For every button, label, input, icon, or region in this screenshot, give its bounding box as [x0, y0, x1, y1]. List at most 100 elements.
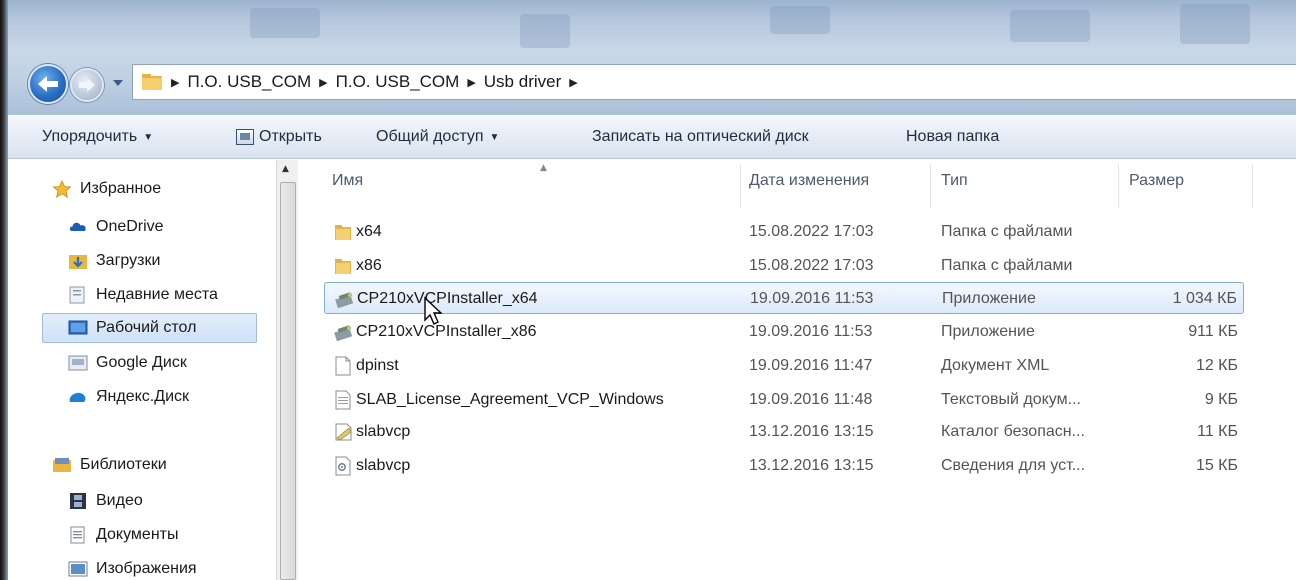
breadcrumb-item[interactable]: П.О. USB_COM — [187, 72, 311, 92]
breadcrumb-item[interactable]: Usb driver — [484, 72, 561, 92]
address-bar[interactable]: ▶ П.О. USB_COM ▶ П.О. USB_COM ▶ Usb driv… — [132, 64, 1296, 100]
window-left-edge — [0, 0, 8, 580]
file-name: x86 — [356, 257, 382, 274]
recent-places-icon — [69, 286, 85, 304]
file-type: Сведения для уст... — [941, 457, 1086, 474]
scroll-up-icon[interactable]: ▲ — [282, 164, 289, 174]
file-date: 19.09.2016 11:53 — [750, 290, 874, 307]
burn-label: Записать на оптический диск — [592, 128, 809, 145]
file-row[interactable]: CP210xVCPInstaller_x86 19.09.2016 11:53 Пр… — [324, 316, 1244, 348]
pictures-icon — [68, 561, 88, 577]
file-size: 9 КБ — [1204, 391, 1238, 408]
new-folder-label: Новая папка — [906, 128, 1000, 145]
column-header-date[interactable]: Дата изменения — [749, 172, 869, 190]
file-name: CP210xVCPInstaller_x86 — [356, 323, 537, 340]
nav-favorites-label: Избранное — [80, 180, 162, 197]
command-bar: Упорядочить ▼ Открыть Общий доступ ▼ Зап… — [8, 115, 1296, 159]
libraries-icon — [53, 458, 71, 472]
recent-pages-dropdown[interactable] — [112, 78, 126, 92]
file-date: 15.08.2022 17:03 — [749, 257, 874, 274]
file-row[interactable]: SLAB_License_Agreement_VCP_Windows 19.09.… — [324, 384, 1244, 416]
folder-icon — [334, 256, 352, 276]
column-header-type[interactable]: Тип — [941, 172, 968, 190]
file-size: 12 КБ — [1195, 357, 1238, 374]
folder-icon — [142, 74, 162, 90]
nav-item-desktop[interactable]: Рабочий стол — [42, 313, 258, 343]
breadcrumb-separator-icon[interactable]: ▶ — [569, 76, 577, 89]
nav-item-recent-places[interactable]: Недавние места — [68, 280, 218, 310]
navigation-pane: Избранное OneDrive Загрузки Недавние мес… — [8, 160, 298, 580]
file-date: 13.12.2016 13:15 — [749, 457, 874, 474]
nav-item-videos[interactable]: Видео — [68, 486, 143, 516]
drive-folder-icon — [68, 355, 88, 371]
forward-button[interactable] — [70, 68, 104, 102]
share-label: Общий доступ — [376, 128, 484, 145]
file-size: 11 КБ — [1197, 423, 1238, 440]
file-date: 19.09.2016 11:47 — [749, 357, 873, 374]
nav-item-pictures[interactable]: Изображения — [68, 554, 197, 580]
breadcrumb-separator-icon[interactable]: ▶ — [467, 76, 475, 89]
file-row[interactable]: slabvcp 13.12.2016 13:15 Каталог безопасн.… — [324, 416, 1244, 448]
open-icon — [236, 129, 254, 145]
file-name: slabvcp — [356, 457, 411, 474]
file-name: dpinst — [356, 357, 399, 374]
setup-info-icon — [334, 456, 352, 476]
file-row[interactable]: dpinst 19.09.2016 11:47 Документ XML 12 КБ — [324, 350, 1244, 382]
nav-item-label: Загрузки — [96, 252, 161, 269]
nav-item-label: Google Диск — [96, 354, 187, 371]
organize-button[interactable]: Упорядочить ▼ — [42, 128, 153, 146]
file-size: 1 034 КБ — [1172, 290, 1237, 307]
arrow-left-icon — [38, 76, 58, 92]
file-row[interactable]: x64 15.08.2022 17:03 Папка с файлами — [324, 216, 1244, 248]
nav-item-downloads[interactable]: Загрузки — [68, 246, 160, 276]
file-size: 15 КБ — [1195, 457, 1238, 474]
file-row[interactable]: CP210xVCPInstaller_x64 19.09.2016 11:53 Пр… — [324, 282, 1244, 314]
security-catalog-icon — [334, 422, 352, 442]
file-type: Приложение — [942, 290, 1036, 307]
file-row[interactable]: slabvcp 13.12.2016 13:15 Сведения для уст.… — [324, 450, 1244, 482]
column-header-size[interactable]: Размер — [1129, 172, 1184, 190]
breadcrumb-separator-icon[interactable]: ▶ — [319, 76, 327, 89]
breadcrumb-separator-icon[interactable]: ▶ — [171, 76, 179, 89]
file-size: 911 КБ — [1188, 323, 1238, 340]
nav-item-label: Яндекс.Диск — [96, 388, 190, 405]
scrollbar-thumb[interactable] — [280, 182, 296, 580]
cloud-icon — [69, 222, 86, 231]
navigation-scrollbar[interactable]: ▲ — [276, 160, 298, 580]
star-icon — [52, 180, 72, 198]
chevron-down-icon: ▼ — [489, 131, 500, 143]
nav-item-label: Недавние места — [96, 286, 218, 303]
nav-item-documents[interactable]: Документы — [68, 520, 178, 550]
arrow-right-icon — [79, 78, 95, 92]
nav-favorites[interactable]: Избранное — [52, 174, 161, 204]
nav-item-label: Изображения — [96, 560, 197, 577]
text-document-icon — [334, 390, 352, 410]
file-name: SLAB_License_Agreement_VCP_Windows — [356, 391, 664, 408]
new-folder-button[interactable]: Новая папка — [906, 128, 999, 146]
installer-icon — [335, 289, 354, 309]
file-name: slabvcp — [356, 423, 411, 440]
burn-to-disc-button[interactable]: Записать на оптический диск — [592, 128, 809, 146]
document-icon — [334, 356, 352, 376]
share-button[interactable]: Общий доступ ▼ — [376, 128, 499, 146]
nav-item-label: Рабочий стол — [96, 319, 197, 336]
nav-item-yandex-disk[interactable]: Яндекс.Диск — [68, 382, 189, 412]
column-header-name[interactable]: Имя — [332, 172, 363, 190]
desktop-icon — [68, 320, 88, 335]
breadcrumb-item[interactable]: П.О. USB_COM — [336, 72, 460, 92]
file-type: Документ XML — [941, 357, 1050, 374]
nav-item-google-drive[interactable]: Google Диск — [68, 348, 187, 378]
file-row[interactable]: x86 15.08.2022 17:03 Папка с файлами — [324, 250, 1244, 282]
file-name: x64 — [356, 223, 382, 240]
back-button[interactable] — [28, 64, 68, 104]
chevron-down-icon: ▼ — [143, 131, 154, 143]
open-button[interactable]: Открыть — [236, 128, 322, 146]
file-date: 15.08.2022 17:03 — [749, 223, 874, 240]
nav-item-onedrive[interactable]: OneDrive — [68, 212, 164, 242]
explorer-window: ▶ П.О. USB_COM ▶ П.О. USB_COM ▶ Usb driv… — [0, 0, 1296, 580]
nav-libraries[interactable]: Библиотеки — [52, 450, 167, 480]
sort-ascending-icon: ▲ — [540, 163, 547, 173]
yandex-cloud-icon — [69, 392, 86, 402]
folder-icon — [334, 222, 352, 242]
file-type: Каталог безопасн... — [941, 423, 1085, 440]
